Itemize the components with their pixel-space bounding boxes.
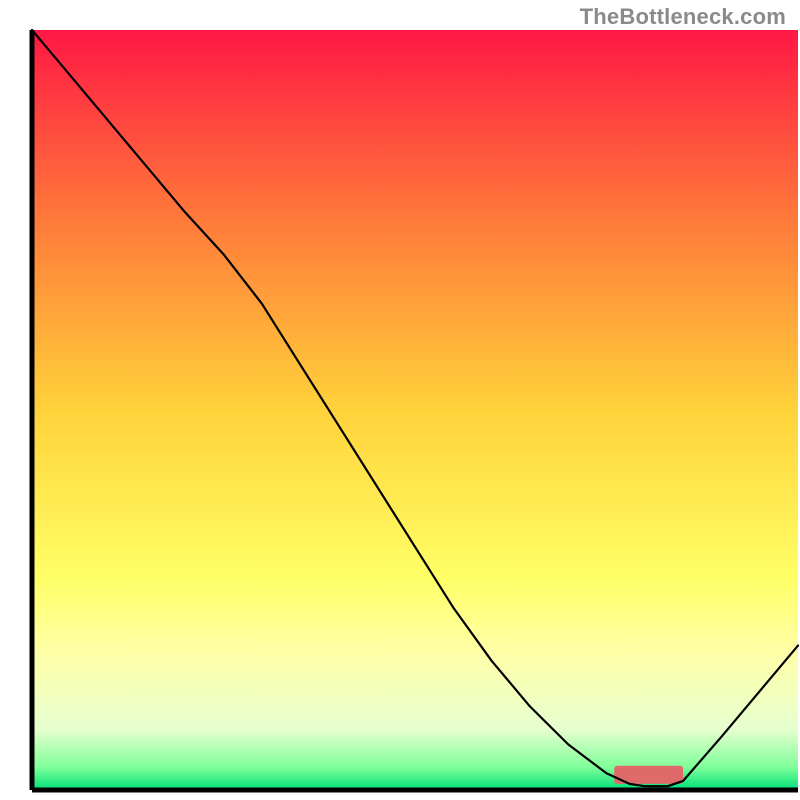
chart-stage: TheBottleneck.com bbox=[0, 0, 800, 800]
chart-svg bbox=[0, 0, 800, 800]
watermark-text: TheBottleneck.com bbox=[580, 4, 786, 30]
plot-background bbox=[32, 30, 798, 790]
